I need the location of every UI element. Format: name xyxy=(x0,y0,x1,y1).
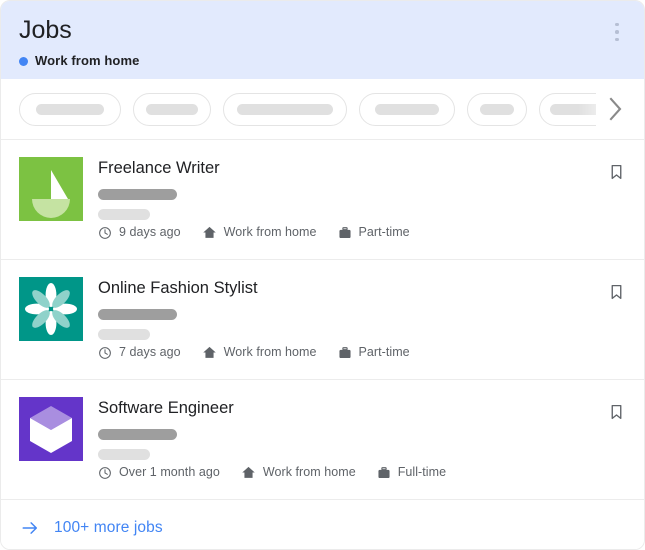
bookmark-button[interactable] xyxy=(605,401,627,425)
home-icon xyxy=(241,465,256,480)
sailboat-logo xyxy=(19,157,83,221)
job-list: Freelance Writer 9 days ago Work from ho… xyxy=(1,140,644,500)
meta-label: Over 1 month ago xyxy=(119,465,220,479)
company-placeholder xyxy=(98,429,177,440)
home-icon xyxy=(202,225,217,240)
meta-posted-date: Over 1 month ago xyxy=(98,465,220,480)
location-placeholder xyxy=(98,209,150,220)
job-card[interactable]: Online Fashion Stylist 7 days ago Work f… xyxy=(1,260,644,380)
page-title: Jobs xyxy=(19,16,72,44)
meta-label: Work from home xyxy=(223,225,317,239)
meta-label: Work from home xyxy=(262,465,356,479)
filter-chip[interactable] xyxy=(19,92,121,126)
briefcase-icon xyxy=(377,466,391,480)
filter-chip[interactable] xyxy=(133,92,211,126)
meta-label: Full-time xyxy=(397,465,447,479)
filter-chip[interactable] xyxy=(223,92,347,126)
filter-chips-row xyxy=(1,79,644,140)
job-title: Software Engineer xyxy=(98,399,234,417)
job-meta-row: 7 days ago Work from home Part-time xyxy=(98,345,410,360)
more-jobs-link[interactable]: 100+ more jobs xyxy=(1,500,644,549)
meta-employment-type: Part-time xyxy=(338,345,410,360)
meta-posted-date: 9 days ago xyxy=(98,225,181,240)
clock-icon xyxy=(98,466,112,480)
more-jobs-label: 100+ more jobs xyxy=(54,519,163,536)
meta-label: Work from home xyxy=(223,345,317,359)
filter-chip-placeholder xyxy=(146,103,198,115)
widget-header: Jobs Work from home xyxy=(1,1,644,79)
meta-label: Part-time xyxy=(358,345,410,359)
bookmark-button[interactable] xyxy=(605,281,627,305)
filter-chip-placeholder xyxy=(480,103,514,115)
meta-label: 7 days ago xyxy=(119,345,181,359)
filter-chip-placeholder xyxy=(375,103,439,115)
chips-next-button[interactable] xyxy=(596,79,636,139)
location-placeholder xyxy=(98,329,150,340)
cube-logo xyxy=(19,397,83,461)
clock-icon xyxy=(98,226,112,240)
arrow-right-icon xyxy=(19,519,41,537)
header-subtitle-label: Work from home xyxy=(35,53,140,68)
more-vert-icon[interactable] xyxy=(606,19,628,45)
meta-label: Part-time xyxy=(358,225,410,239)
job-meta-row: 9 days ago Work from home Part-time xyxy=(98,225,410,240)
bookmark-outline-icon xyxy=(611,404,621,420)
job-body: Freelance Writer xyxy=(98,157,626,259)
company-placeholder xyxy=(98,309,177,320)
status-dot-icon xyxy=(19,56,28,66)
bookmark-outline-icon xyxy=(611,284,621,300)
meta-work-location: Work from home xyxy=(202,345,317,360)
meta-work-location: Work from home xyxy=(241,465,356,480)
clock-icon xyxy=(98,346,112,360)
location-placeholder xyxy=(98,449,150,460)
filter-chip[interactable] xyxy=(359,92,455,126)
meta-work-location: Work from home xyxy=(202,225,317,240)
company-placeholder xyxy=(98,189,177,200)
flower-logo xyxy=(19,277,83,341)
filter-chip[interactable] xyxy=(467,92,527,126)
filter-chip-placeholder xyxy=(36,103,104,115)
jobs-widget: Jobs Work from home Freelance Writer 9 d… xyxy=(0,0,645,550)
meta-label: 9 days ago xyxy=(119,225,181,239)
job-card[interactable]: Freelance Writer 9 days ago Work from ho… xyxy=(1,140,644,260)
chevron-right-icon xyxy=(609,97,622,121)
meta-employment-type: Part-time xyxy=(338,225,410,240)
filter-chip-placeholder xyxy=(237,103,333,115)
bookmark-button[interactable] xyxy=(605,161,627,185)
briefcase-icon xyxy=(338,346,352,360)
job-body: Software Engineer xyxy=(98,397,626,499)
job-meta-row: Over 1 month ago Work from home Full-tim… xyxy=(98,465,446,480)
home-icon xyxy=(202,345,217,360)
meta-posted-date: 7 days ago xyxy=(98,345,181,360)
job-card[interactable]: Software Engineer Over 1 month ago Work … xyxy=(1,380,644,500)
header-subtitle: Work from home xyxy=(19,53,626,69)
bookmark-outline-icon xyxy=(611,164,621,180)
job-title: Online Fashion Stylist xyxy=(98,279,258,297)
meta-employment-type: Full-time xyxy=(377,465,446,480)
job-body: Online Fashion Stylist xyxy=(98,277,626,379)
briefcase-icon xyxy=(338,226,352,240)
job-title: Freelance Writer xyxy=(98,159,220,177)
